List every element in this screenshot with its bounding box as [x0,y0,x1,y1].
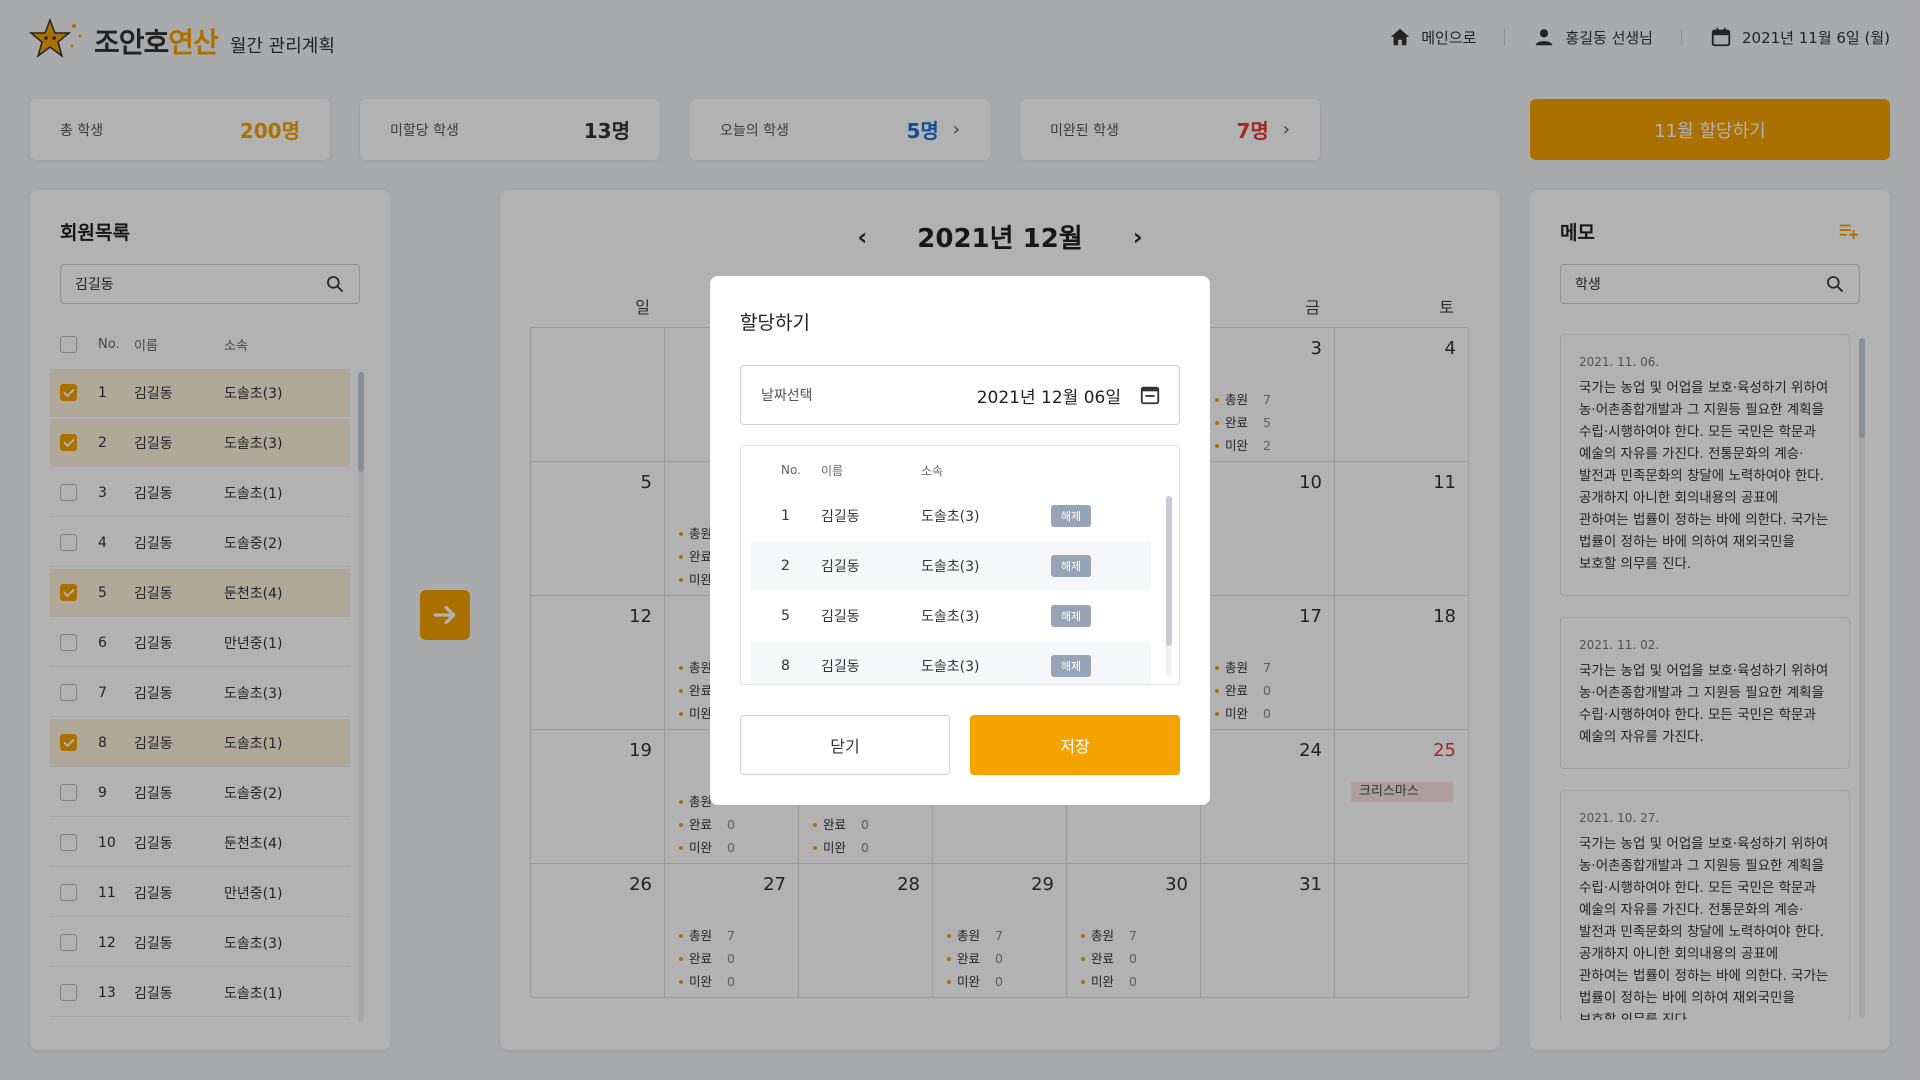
assigned-row: 5 김길동 도솔초(3) 해제 [751,591,1151,641]
save-button[interactable]: 저장 [970,715,1180,775]
assigned-no: 8 [781,658,790,674]
assigned-name: 김길동 [821,609,860,625]
assigned-no: 2 [781,558,790,574]
close-button[interactable]: 닫기 [740,715,950,775]
modal-title: 할당하기 [740,312,810,334]
assigned-org: 도솔초(3) [921,609,980,625]
release-button[interactable]: 해제 [1051,605,1091,627]
assigned-row: 8 김길동 도솔초(3) 해제 [751,641,1151,684]
assigned-name: 김길동 [821,559,860,575]
release-button[interactable]: 해제 [1051,555,1091,577]
assigned-row: 1 김길동 도솔초(3) 해제 [751,491,1151,541]
release-button[interactable]: 해제 [1051,505,1091,527]
assigned-no: 1 [781,508,790,524]
assigned-table-scroll-thumb[interactable] [1166,496,1172,646]
assigned-table-header: No. 이름 소속 [781,463,944,478]
calendar-icon[interactable] [1139,384,1161,406]
selected-date: 2021년 12월 06일 [976,387,1121,408]
assigned-name: 김길동 [821,509,860,525]
assigned-row: 2 김길동 도솔초(3) 해제 [751,541,1151,591]
date-picker-field[interactable]: 날짜선택 2021년 12월 06일 [740,365,1180,425]
assigned-org: 도솔초(3) [921,509,980,525]
assigned-students-table: No. 이름 소속 1 김길동 도솔초(3) 해제 2 김길동 도솔초(3) 해제 5 김길동 도솔… [740,445,1180,685]
assigned-no: 5 [781,608,790,624]
assigned-org: 도솔초(3) [921,559,980,575]
assigned-name: 김길동 [821,659,860,675]
assigned-org: 도솔초(3) [921,659,980,675]
release-button[interactable]: 해제 [1051,655,1091,677]
assign-modal: 할당하기 날짜선택 2021년 12월 06일 No. 이름 소속 1 김길동 도솔… [710,276,1210,805]
